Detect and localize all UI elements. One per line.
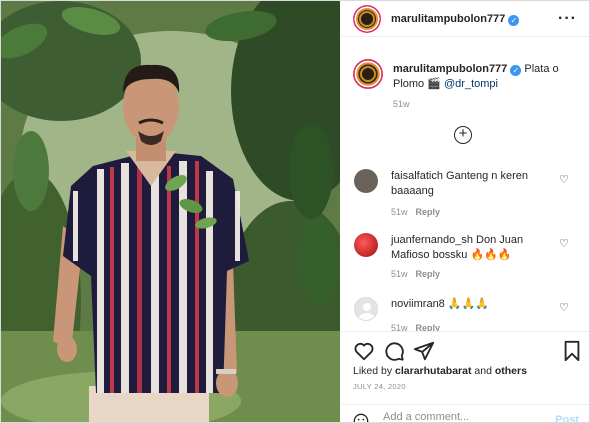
comment-time: 51w — [391, 207, 408, 217]
caption-verified-icon: ✓ — [510, 65, 522, 76]
caption-mention[interactable]: @dr_tompi — [444, 78, 498, 90]
smiley-icon[interactable] — [353, 413, 369, 423]
comment-meta: 51w Reply — [391, 269, 440, 279]
default-avatar-icon — [359, 303, 375, 320]
reply-button[interactable]: Reply — [416, 207, 441, 217]
plus-circle-icon[interactable]: + — [454, 126, 472, 144]
comment-text: juanfernando_sh Don Juan Mafioso bossku … — [391, 233, 561, 263]
likes-and: and — [474, 365, 492, 377]
comment-username[interactable]: juanfernando_sh — [391, 234, 473, 246]
author-username[interactable]: marulitampubolon777 — [391, 13, 505, 25]
caption-time: 51w — [393, 99, 410, 109]
bookmark-icon[interactable] — [561, 340, 583, 362]
commenter-avatar[interactable] — [354, 233, 378, 257]
add-comment-input[interactable] — [383, 411, 543, 422]
clapper-emoji: 🎬 — [427, 78, 441, 90]
likes-summary: Liked by clararhutabarat and others — [353, 365, 527, 377]
comment-body: 🙏🙏🙏 — [447, 298, 489, 310]
author-avatar[interactable] — [353, 5, 381, 33]
commenter-avatar[interactable] — [354, 169, 378, 193]
comment-text: faisalfatich Ganteng n keren baaaang — [391, 169, 561, 199]
post-header: marulitampubolon777 ✓ ··· — [341, 1, 589, 37]
reply-button[interactable]: Reply — [416, 269, 441, 279]
comment-heart-icon[interactable]: ♡ — [559, 173, 569, 186]
comment-time: 51w — [391, 269, 408, 279]
post-date: JULY 24, 2020 — [353, 382, 406, 391]
share-icon[interactable] — [413, 340, 435, 362]
verified-badge-icon: ✓ — [508, 15, 520, 26]
commenter-avatar[interactable] — [354, 297, 378, 321]
caption-text: marulitampubolon777 ✓ Plata o Plomo 🎬 @dr… — [393, 62, 583, 92]
post-details-panel: marulitampubolon777 ✓ ··· marulitampubolo… — [341, 1, 589, 423]
more-options-icon[interactable]: ··· — [558, 10, 577, 28]
post-comment-button[interactable]: Post — [555, 414, 579, 422]
comment-meta: 51w Reply — [391, 207, 440, 217]
comment-username[interactable]: noviimran8 — [391, 298, 445, 310]
comment-heart-icon[interactable]: ♡ — [559, 237, 569, 250]
post-photo[interactable] — [1, 1, 340, 422]
comment-heart-icon[interactable]: ♡ — [559, 301, 569, 314]
comment-icon[interactable] — [383, 340, 405, 362]
caption-username[interactable]: marulitampubolon777 — [393, 63, 507, 75]
likes-others[interactable]: others — [495, 365, 527, 377]
heart-icon[interactable] — [353, 340, 375, 362]
caption-avatar[interactable] — [353, 59, 383, 89]
likes-user[interactable]: clararhutabarat — [395, 365, 471, 377]
comment-text: noviimran8 🙏🙏🙏 — [391, 297, 561, 312]
post-actions: Liked by clararhutabarat and others JULY… — [341, 331, 589, 423]
comment-username[interactable]: faisalfatich — [391, 170, 443, 182]
instagram-post: marulitampubolon777 ✓ ··· marulitampubolo… — [0, 0, 590, 423]
likes-prefix: Liked by — [353, 365, 393, 377]
add-comment-bar: Post — [341, 404, 589, 423]
photo-illustration — [1, 1, 340, 422]
author-username-row: marulitampubolon777 ✓ — [391, 13, 520, 26]
